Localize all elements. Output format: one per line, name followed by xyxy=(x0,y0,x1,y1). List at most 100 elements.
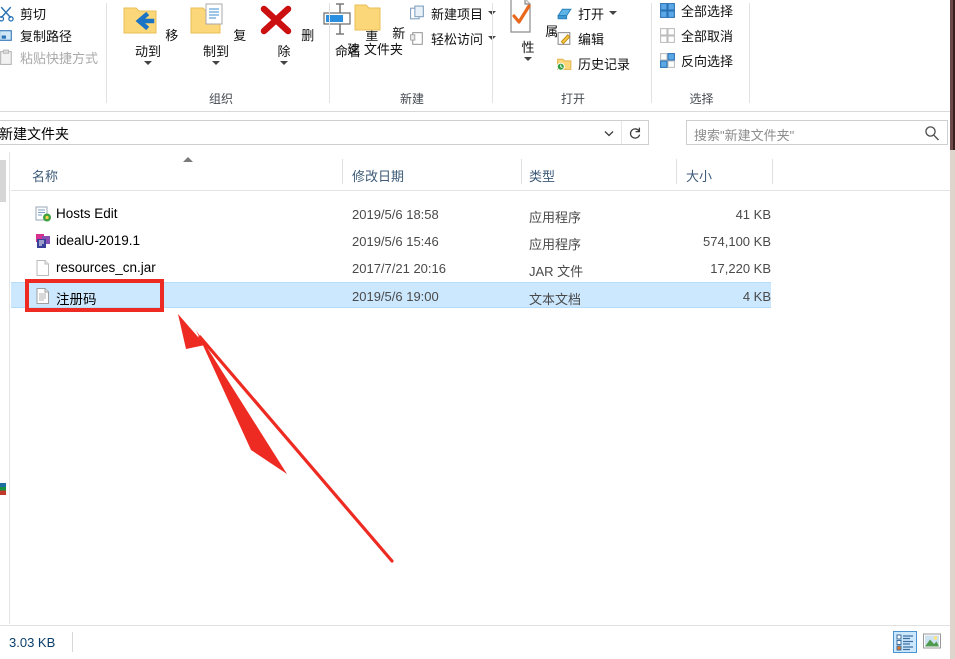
delete-icon xyxy=(254,5,302,43)
search-input[interactable]: 搜索"新建文件夹" xyxy=(694,125,794,144)
ribbon-command-paste-shortcut-label: 粘贴快捷方式 xyxy=(20,50,99,66)
chevron-down-icon[interactable] xyxy=(144,61,152,65)
chevron-down-icon[interactable] xyxy=(212,61,220,65)
sort-ascending-icon xyxy=(183,157,193,162)
file-name: resources_cn.jar xyxy=(56,260,156,275)
file-date: 2019/5/6 15:46 xyxy=(352,234,439,249)
file-name: 注册码 xyxy=(56,292,97,307)
ribbon-group-divider xyxy=(492,3,493,103)
navigation-pane-scrollbar[interactable] xyxy=(0,160,6,202)
ribbon-group-new: 新建 文件夹 新建项目 轻松访问 新建 xyxy=(331,0,497,111)
ribbon-command-select-none-label: 全部取消 xyxy=(681,28,734,44)
ribbon-command-select-all-label: 全部选择 xyxy=(681,3,734,19)
chevron-down-icon[interactable] xyxy=(609,11,618,15)
ribbon-command-new-item[interactable]: 新建项目 xyxy=(407,2,498,24)
ribbon-command-copy-path[interactable]: 复制路径 xyxy=(0,24,74,46)
file-type: 应用程序 xyxy=(529,237,582,252)
ribbon-command-open-label: 打开 xyxy=(578,6,605,22)
column-divider[interactable] xyxy=(676,159,677,184)
search-box[interactable]: 搜索"新建文件夹" xyxy=(686,120,948,145)
ribbon-group-organize-label: 组织 xyxy=(208,92,233,106)
file-row-selected[interactable]: 注册码 2019/5/6 19:00 文本文档 4 KB xyxy=(11,282,771,308)
application-icon xyxy=(34,205,52,223)
ribbon-group-divider xyxy=(106,3,107,103)
ribbon-group-clipboard: 剪切 复制路径 粘贴快捷方式 xyxy=(0,0,107,111)
ribbon-command-open[interactable]: 打开 xyxy=(554,2,619,24)
file-size: 4 KB xyxy=(742,289,771,304)
blank-file-icon xyxy=(34,259,52,277)
file-size: 17,220 KB xyxy=(710,261,771,276)
details-view-button[interactable] xyxy=(893,631,917,653)
ribbon-command-copy-to[interactable]: 复制到 xyxy=(184,0,248,65)
ribbon-command-new-item-label: 新建项目 xyxy=(431,6,484,22)
ribbon-group-open-label: 打开 xyxy=(560,92,585,106)
installer-icon xyxy=(34,232,52,250)
column-header-type[interactable]: 类型 xyxy=(529,166,555,185)
ribbon-command-properties[interactable]: 属性 xyxy=(496,0,560,61)
status-bar: 3.03 KB xyxy=(0,625,955,659)
file-type: JAR 文件 xyxy=(529,264,584,279)
text-file-icon xyxy=(34,287,52,305)
ribbon-command-delete[interactable]: 删除 xyxy=(252,0,316,65)
ribbon-command-paste-shortcut[interactable]: 粘贴快捷方式 xyxy=(0,46,100,68)
ribbon-command-select-none[interactable]: 全部取消 xyxy=(657,24,735,46)
file-row[interactable]: resources_cn.jar 2017/7/21 20:16 JAR 文件 … xyxy=(11,255,771,281)
history-icon xyxy=(556,55,573,72)
ribbon-group-new-label: 新建 xyxy=(399,92,424,106)
ribbon-group-divider xyxy=(651,3,652,103)
refresh-icon[interactable] xyxy=(621,121,648,144)
invert-selection-icon xyxy=(659,52,676,69)
chevron-down-icon[interactable] xyxy=(524,57,532,61)
ribbon-group-organize: 移动到 复制到 删除 重命名 组织 xyxy=(112,0,378,111)
ribbon-command-new-folder[interactable]: 新建 文件夹 xyxy=(343,0,407,58)
edit-icon xyxy=(556,30,573,47)
ribbon-group-select-label: 选择 xyxy=(689,92,714,106)
column-divider[interactable] xyxy=(342,159,343,184)
ribbon-command-new-folder-label2: 文件夹 xyxy=(363,42,403,57)
ribbon-command-select-all[interactable]: 全部选择 xyxy=(657,0,735,21)
file-type: 应用程序 xyxy=(529,210,582,225)
large-icons-view-icon xyxy=(923,633,941,649)
column-header-row: 名称 修改日期 类型 大小 xyxy=(11,152,950,191)
status-bar-divider xyxy=(72,632,73,652)
copy-path-icon xyxy=(0,27,15,44)
file-size: 574,100 KB xyxy=(703,234,771,249)
select-all-icon xyxy=(659,2,676,19)
select-none-icon xyxy=(659,27,676,44)
search-icon[interactable] xyxy=(923,124,941,142)
ribbon-command-edit-label: 编辑 xyxy=(578,31,605,47)
ribbon-command-cut[interactable]: 剪切 xyxy=(0,2,48,24)
ribbon-group-divider xyxy=(329,3,330,103)
address-bar[interactable]: 新建文件夹 xyxy=(0,120,649,145)
navigation-pane[interactable] xyxy=(0,152,10,624)
easy-access-icon xyxy=(409,30,426,47)
column-header-name[interactable]: 名称 xyxy=(32,166,58,185)
move-to-icon xyxy=(118,7,166,43)
ribbon-group-open: 属性 打开 编辑 历史记录 打开 xyxy=(494,0,652,111)
column-header-date[interactable]: 修改日期 xyxy=(352,166,404,185)
ribbon-command-history[interactable]: 历史记录 xyxy=(554,52,632,74)
ribbon-command-history-label: 历史记录 xyxy=(578,56,631,72)
ribbon-group-divider xyxy=(749,3,750,103)
status-bar-text: 3.03 KB xyxy=(9,635,56,650)
ribbon-command-invert-selection[interactable]: 反向选择 xyxy=(657,49,735,71)
file-row[interactable]: idealU-2019.1 2019/5/6 15:46 应用程序 574,10… xyxy=(11,228,771,254)
scissors-icon xyxy=(0,5,15,22)
file-list-view[interactable]: 名称 修改日期 类型 大小 Hosts Edit 2019/5/6 18:58 … xyxy=(11,152,950,624)
file-date: 2019/5/6 18:58 xyxy=(352,207,439,222)
ribbon-command-cut-label: 剪切 xyxy=(20,6,47,22)
chevron-down-icon[interactable] xyxy=(596,121,622,144)
navigation-pane-item-icon[interactable] xyxy=(0,483,6,495)
column-header-size[interactable]: 大小 xyxy=(686,166,712,185)
ribbon-command-easy-access[interactable]: 轻松访问 xyxy=(407,27,498,49)
window-border xyxy=(950,0,955,659)
ribbon-command-move-to[interactable]: 移动到 xyxy=(116,0,180,65)
ribbon-command-invert-selection-label: 反向选择 xyxy=(681,53,734,69)
new-folder-icon xyxy=(345,4,393,41)
chevron-down-icon[interactable] xyxy=(280,61,288,65)
large-icons-view-button[interactable] xyxy=(921,631,945,653)
column-divider[interactable] xyxy=(521,159,522,184)
file-row[interactable]: Hosts Edit 2019/5/6 18:58 应用程序 41 KB xyxy=(11,201,771,227)
column-divider[interactable] xyxy=(772,159,773,184)
ribbon-command-edit[interactable]: 编辑 xyxy=(554,27,606,49)
